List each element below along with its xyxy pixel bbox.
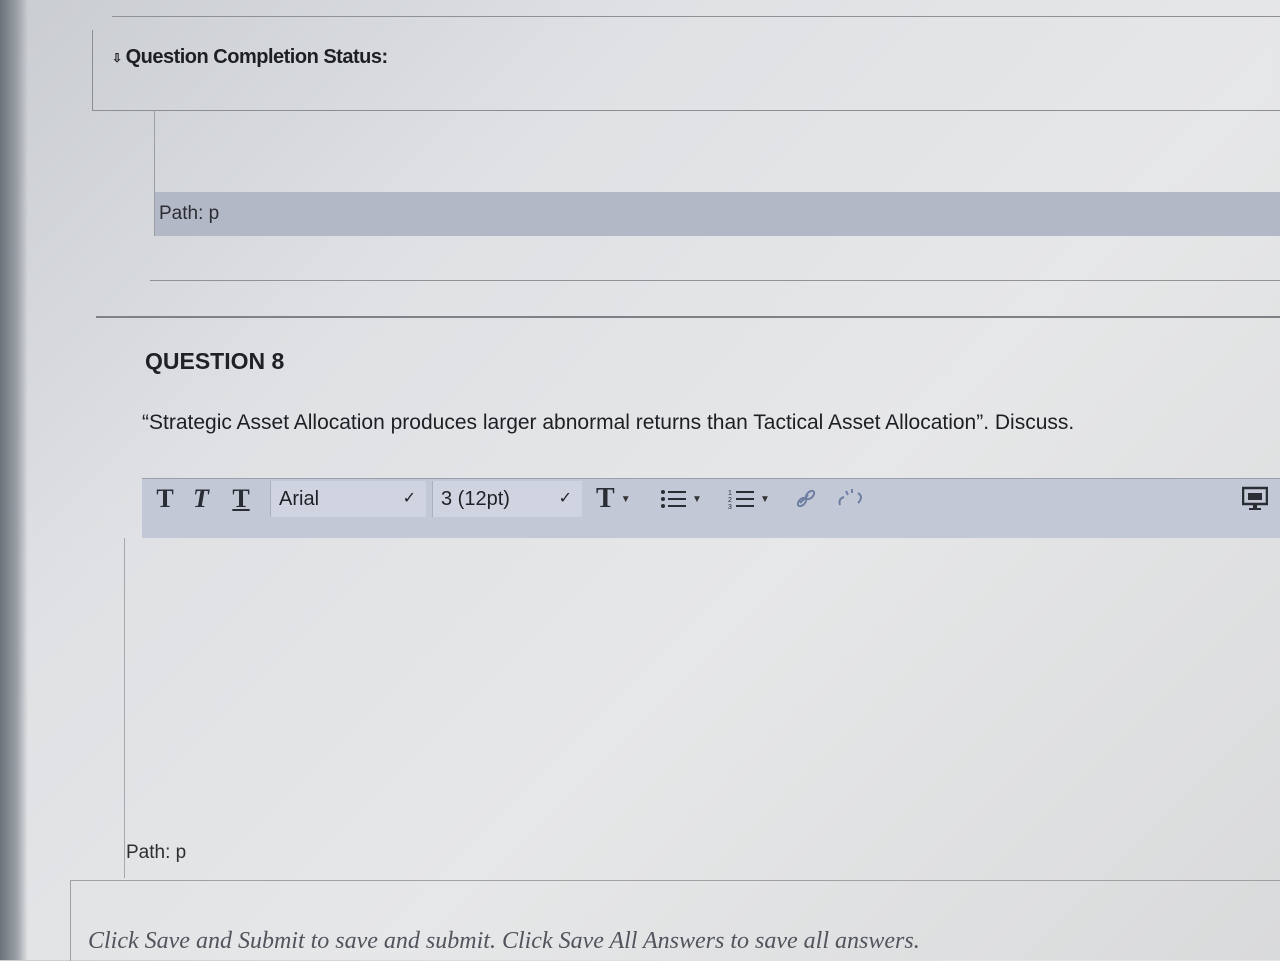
bullet-list-icon	[661, 490, 686, 508]
completion-status-toggle[interactable]: ⇩ Question Completion Status:	[112, 46, 388, 69]
font-size-value: 3 (12pt)	[441, 487, 510, 510]
unlink-icon	[838, 489, 862, 506]
editor-path-bar: Path: p	[155, 192, 1280, 236]
chevron-down-icon: ✓	[558, 490, 572, 507]
font-size-select[interactable]: 3 (12pt) ✓	[432, 481, 582, 517]
svg-text:3: 3	[728, 504, 732, 510]
double-chevron-down-icon: ⇩	[112, 50, 122, 65]
answer-editor-area[interactable]	[124, 538, 1280, 878]
svg-text:1: 1	[728, 490, 732, 497]
chevron-down-icon: ✓	[402, 490, 416, 507]
dropdown-arrow-icon: ▼	[760, 493, 770, 505]
completion-status-panel	[92, 30, 1280, 111]
dropdown-arrow-icon: ▼	[692, 493, 702, 505]
editor-path-label: Path: p	[159, 203, 220, 224]
screen-edge-shadow	[0, 0, 28, 960]
italic-button[interactable]: T	[184, 483, 218, 515]
editor-toolbar: T T T Arial ✓ 3 (12pt) ✓ T ▼ ▼ 1 2 3 ▼	[142, 478, 1280, 538]
fullscreen-button[interactable]	[1242, 483, 1268, 515]
unlink-button[interactable]	[836, 483, 866, 515]
previous-answer-editor[interactable]: Path: p	[154, 110, 1280, 236]
font-family-value: Arial	[279, 487, 320, 510]
bullet-list-button[interactable]: ▼	[660, 483, 702, 515]
question-divider	[96, 316, 1280, 318]
text-color-icon: T	[596, 483, 615, 514]
dropdown-arrow-icon: ▼	[620, 493, 631, 505]
submit-instructions: Click Save and Submit to save and submit…	[88, 928, 920, 954]
answer-editor-path: Path: p	[126, 842, 187, 863]
question-text: “Strategic Asset Allocation produces lar…	[142, 411, 1075, 434]
text-color-button[interactable]: T ▼	[596, 483, 631, 515]
underline-button[interactable]: T	[224, 483, 258, 515]
link-icon	[796, 489, 816, 508]
font-family-select[interactable]: Arial ✓	[270, 481, 426, 517]
divider	[150, 280, 1280, 281]
insert-link-button[interactable]	[794, 483, 822, 515]
numbered-list-icon: 1 2 3	[728, 490, 754, 510]
question-title: QUESTION 8	[145, 348, 285, 374]
top-divider	[112, 16, 1280, 17]
numbered-list-button[interactable]: 1 2 3 ▼	[728, 483, 770, 515]
svg-text:2: 2	[728, 497, 732, 504]
completion-status-label: Question Completion Status:	[125, 46, 389, 68]
monitor-icon	[1242, 486, 1268, 510]
bold-button[interactable]: T	[148, 483, 182, 515]
